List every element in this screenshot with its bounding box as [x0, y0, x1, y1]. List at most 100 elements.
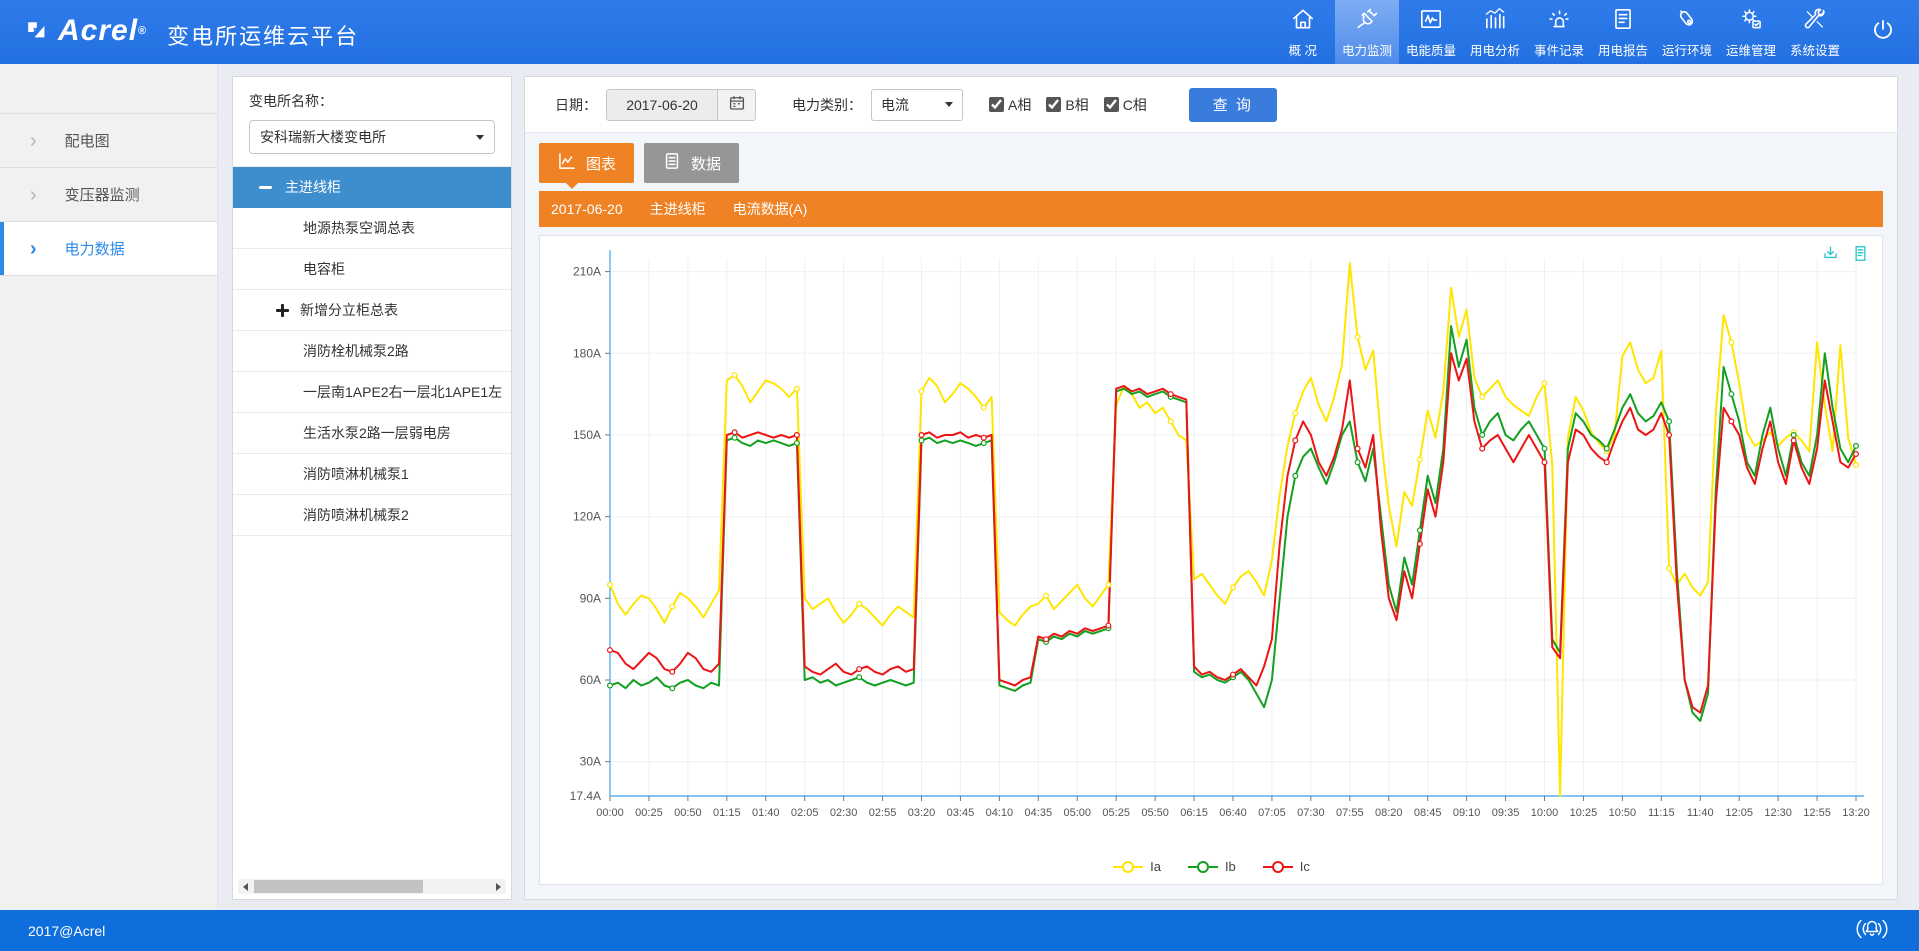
category-select[interactable]: 电流 — [871, 89, 963, 121]
chart-toolbox — [1821, 244, 1870, 268]
query-button[interactable]: 查 询 — [1189, 88, 1277, 122]
data-table-icon — [662, 151, 682, 175]
svg-text:90A: 90A — [580, 591, 601, 605]
sidebar-menu: › 配电图 › 变压器监测 › 电力数据 — [0, 113, 217, 276]
tree-node-main-incoming-cabinet[interactable]: 主进线柜 — [233, 167, 511, 208]
triangle-left-icon — [243, 883, 248, 891]
app-title: 变电所运维云平台 — [167, 19, 359, 51]
svg-text:00:50: 00:50 — [674, 807, 702, 819]
svg-text:180A: 180A — [573, 346, 601, 360]
usage-report-icon — [1610, 6, 1636, 35]
chart-panel: 210A180A150A120A90A60A30A17.4A00:0000:25… — [539, 235, 1883, 885]
tree-node[interactable]: 生活水泵2路一层弱电房 — [233, 413, 511, 454]
scrollbar-thumb[interactable] — [254, 880, 423, 893]
nav-item-overview[interactable]: 概 况 — [1271, 0, 1335, 64]
tree-node[interactable]: 地源热泵空调总表 — [233, 208, 511, 249]
horizontal-scrollbar[interactable] — [238, 879, 506, 894]
svg-text:02:55: 02:55 — [869, 807, 897, 819]
svg-text:12:55: 12:55 — [1803, 807, 1831, 819]
chart-canvas[interactable]: 210A180A150A120A90A60A30A17.4A00:0000:25… — [544, 240, 1878, 838]
date-input[interactable]: 2017-06-20 — [606, 89, 718, 121]
legend-item[interactable]: Ia — [1112, 859, 1161, 874]
power-quality-icon — [1418, 6, 1444, 35]
tree-node-expandable[interactable]: 新增分立柜总表 — [233, 290, 511, 331]
svg-text:01:15: 01:15 — [713, 807, 741, 819]
registered-mark: ® — [138, 25, 147, 37]
top-nav: 概 况 电力监测 电能质量 用电分析 事件记录 用电报告 运行环境 运维管理 — [1271, 0, 1919, 64]
device-tree: 主进线柜 地源热泵空调总表 电容柜 新增分立柜总表 消防栓机械泵2路 一层南1A… — [233, 166, 511, 536]
nav-item-usage-analysis[interactable]: 用电分析 — [1463, 0, 1527, 64]
nav-item-system-settings[interactable]: 系统设置 — [1783, 0, 1847, 64]
scroll-left-button[interactable] — [238, 879, 253, 894]
logout-button[interactable] — [1847, 0, 1919, 64]
banner-device: 主进线柜 — [650, 199, 706, 219]
nav-item-ops-management[interactable]: 运维管理 — [1719, 0, 1783, 64]
svg-text:13:20: 13:20 — [1842, 807, 1870, 819]
app-footer: 2017@Acrel — [0, 910, 1919, 951]
nav-item-environment[interactable]: 运行环境 — [1655, 0, 1719, 64]
collapse-icon[interactable] — [259, 186, 272, 189]
calendar-icon — [728, 94, 746, 115]
chart-title-banner: 2017-06-20 主进线柜 电流数据(A) — [539, 191, 1883, 227]
nav-item-power-monitoring[interactable]: 电力监测 — [1335, 0, 1399, 64]
sidebar-item-transformer-monitoring[interactable]: › 变压器监测 — [0, 168, 217, 222]
svg-text:10:00: 10:00 — [1531, 807, 1559, 819]
svg-text:10:25: 10:25 — [1570, 807, 1598, 819]
power-icon — [1870, 17, 1896, 48]
expand-icon[interactable] — [276, 304, 289, 317]
svg-text:210A: 210A — [573, 265, 601, 279]
chart-legend: Ia Ib Ic — [540, 859, 1882, 874]
svg-text:05:00: 05:00 — [1063, 807, 1091, 819]
system-settings-icon — [1802, 6, 1828, 35]
tab-chart[interactable]: 图表 — [539, 143, 634, 183]
station-select-value: 安科瑞新大楼变电所 — [260, 127, 386, 147]
tree-node[interactable]: 电容柜 — [233, 249, 511, 290]
data-view-icon[interactable] — [1851, 244, 1870, 268]
phase-checkbox-group: A相 B相 C相 — [989, 95, 1147, 115]
copyright-text: 2017@Acrel — [28, 923, 105, 939]
svg-text:06:15: 06:15 — [1180, 807, 1208, 819]
svg-text:02:05: 02:05 — [791, 807, 819, 819]
tree-node[interactable]: 消防栓机械泵2路 — [233, 331, 511, 372]
tree-node[interactable]: 消防喷淋机械泵1 — [233, 454, 511, 495]
environment-icon — [1674, 6, 1700, 35]
phase-b-checkbox[interactable]: B相 — [1046, 95, 1088, 115]
calendar-button[interactable] — [718, 89, 756, 121]
station-label: 变电所名称： — [249, 91, 495, 111]
legend-item[interactable]: Ib — [1187, 859, 1236, 874]
scroll-right-button[interactable] — [491, 879, 506, 894]
svg-text:12:05: 12:05 — [1725, 807, 1753, 819]
chevron-right-icon: › — [30, 185, 37, 205]
svg-text:01:40: 01:40 — [752, 807, 780, 819]
nav-item-event-log[interactable]: 事件记录 — [1527, 0, 1591, 64]
svg-text:08:20: 08:20 — [1375, 807, 1403, 819]
nav-item-usage-report[interactable]: 用电报告 — [1591, 0, 1655, 64]
acrel-logo-icon — [26, 19, 52, 50]
tree-node[interactable]: 一层南1APE2右一层北1APE1左 — [233, 372, 511, 413]
event-log-icon — [1546, 6, 1572, 35]
bell-icon — [1853, 916, 1891, 945]
tab-data[interactable]: 数据 — [644, 143, 739, 183]
tree-node[interactable]: 消防喷淋机械泵2 — [233, 495, 511, 536]
sidebar-item-distribution-diagram[interactable]: › 配电图 — [0, 114, 217, 168]
sidebar-item-power-data[interactable]: › 电力数据 — [0, 222, 217, 276]
svg-text:03:20: 03:20 — [908, 807, 936, 819]
notification-bell-button[interactable] — [1853, 916, 1891, 945]
legend-item[interactable]: Ic — [1262, 859, 1310, 874]
download-icon[interactable] — [1821, 244, 1840, 268]
station-select[interactable]: 安科瑞新大楼变电所 — [249, 120, 495, 154]
svg-text:150A: 150A — [573, 428, 601, 442]
svg-text:10:50: 10:50 — [1609, 807, 1637, 819]
category-label: 电力类别： — [792, 95, 862, 115]
svg-text:07:30: 07:30 — [1297, 807, 1325, 819]
svg-text:07:55: 07:55 — [1336, 807, 1364, 819]
nav-item-power-quality[interactable]: 电能质量 — [1399, 0, 1463, 64]
svg-text:03:45: 03:45 — [947, 807, 975, 819]
svg-text:30A: 30A — [580, 755, 601, 769]
triangle-right-icon — [496, 883, 501, 891]
phase-a-checkbox[interactable]: A相 — [989, 95, 1031, 115]
phase-c-checkbox[interactable]: C相 — [1104, 95, 1147, 115]
query-toolbar: 日期： 2017-06-20 电力类别： 电流 A相 B相 C相 查 询 — [525, 77, 1897, 133]
category-select-value: 电流 — [881, 95, 909, 115]
svg-text:05:50: 05:50 — [1141, 807, 1169, 819]
